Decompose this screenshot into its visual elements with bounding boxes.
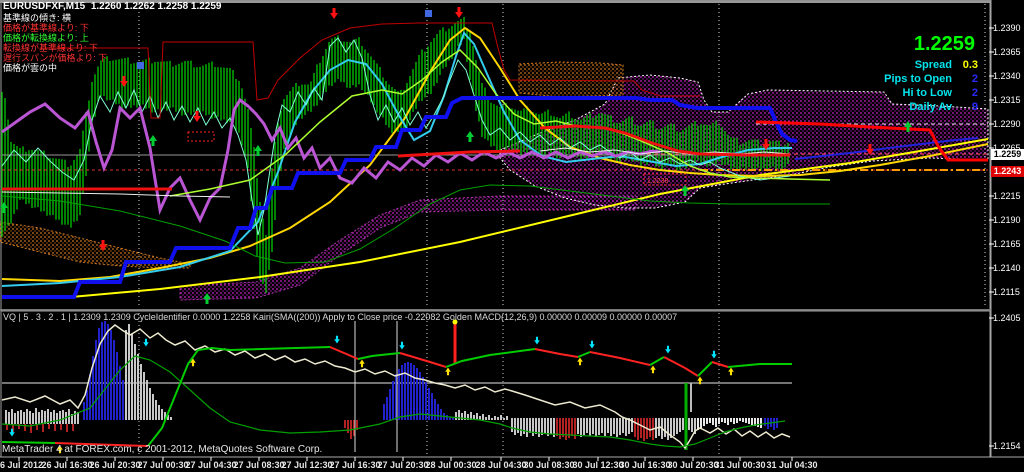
trend-signal-line	[711, 361, 729, 368]
spike-top-dot	[452, 319, 458, 325]
price-axis-label: 1.2315	[993, 95, 1021, 105]
white-braid-left	[1, 191, 231, 198]
time-axis-label: 27 Jul 20:30	[377, 460, 429, 470]
sell-arrow-icon	[143, 338, 149, 347]
time-axis-label: 27 Jul 00:30	[137, 460, 189, 470]
indicator-axis-label: 1.2154	[993, 441, 1021, 451]
chart-canvas[interactable]: 1.2238	[0, 0, 1024, 472]
sell-arrow-icon	[330, 8, 338, 19]
sell-arrow-icon	[534, 336, 540, 345]
trend-signal-line	[534, 348, 579, 358]
price-axis-label: 1.2215	[993, 191, 1021, 201]
buy-arrow-icon	[728, 367, 734, 376]
trend-signal-line	[697, 361, 713, 377]
time-axis-label: 26 Jul 20:30	[89, 460, 141, 470]
trend-signal-line	[589, 351, 651, 366]
trend-signal-line	[357, 352, 401, 360]
trend-signal-line	[663, 356, 699, 377]
main-chart-layer[interactable]: 1.2238	[0, 4, 989, 308]
alert-price-box: 1.2243	[991, 166, 1024, 177]
time-axis-label: 26 Jul 2012	[0, 460, 44, 470]
sell-arrow-icon	[334, 335, 340, 344]
trend-signal-line	[649, 356, 665, 366]
trend-signal-line	[445, 348, 536, 368]
time-axis-label: 31 Jul 04:30	[766, 460, 818, 470]
chart-marker	[137, 62, 144, 69]
time-axis-label: 30 Jul 20:30	[667, 460, 719, 470]
sell-arrow-icon	[455, 7, 463, 18]
price-axis-label: 1.2390	[993, 23, 1021, 33]
price-axis-label: 1.2140	[993, 263, 1021, 273]
order-label-text: 1.2238	[647, 178, 669, 185]
time-axis-label: 30 Jul 12:30	[572, 460, 624, 470]
time-axis-label: 28 Jul 04:30	[475, 460, 527, 470]
time-axis-label: 27 Jul 12:30	[281, 460, 333, 470]
trend-signal-line	[147, 346, 331, 447]
sell-arrow-icon	[589, 340, 595, 349]
trend-signal-line	[577, 351, 591, 358]
price-axis-label: 1.2290	[993, 119, 1021, 129]
current-price-box: 1.2259	[991, 149, 1024, 160]
sell-arrow-icon	[665, 345, 671, 354]
time-axis-label: 27 Jul 16:30	[329, 460, 381, 470]
time-axis-label: 31 Jul 00:30	[714, 460, 766, 470]
time-axis-label: 28 Jul 00:30	[425, 460, 477, 470]
order-label-box	[187, 131, 215, 142]
time-axis-label: 30 Jul 08:30	[523, 460, 575, 470]
mt4-window: 1.2238 EURUSDFXF,M15 1.2260 1.2262 1.225…	[0, 0, 1024, 472]
sell-arrow-icon	[399, 341, 405, 350]
price-axis-label: 1.2190	[993, 215, 1021, 225]
indicator-axis-label: 1.2405	[993, 313, 1021, 323]
buy-arrow-icon	[577, 357, 583, 366]
trend-signal-line	[1, 441, 56, 444]
time-axis-label: 27 Jul 08:30	[233, 460, 285, 470]
chart-marker	[425, 10, 432, 17]
price-axis-label: 1.2115	[993, 287, 1020, 297]
price-axis-label: 1.2340	[993, 71, 1021, 81]
buy-arrow-icon	[359, 359, 365, 368]
price-axis-label: 1.2165	[993, 239, 1021, 249]
sell-arrow-icon	[711, 350, 717, 359]
trend-signal-line	[54, 442, 149, 447]
trend-signal-line	[329, 346, 359, 360]
price-axis-label: 1.2365	[993, 47, 1021, 57]
time-axis-label: 30 Jul 16:30	[619, 460, 671, 470]
time-axis-label: 26 Jul 16:30	[41, 460, 93, 470]
ichimoku-cloud	[179, 195, 637, 301]
buy-arrow-icon	[466, 131, 474, 142]
trend-signal-line	[727, 363, 792, 368]
ichimoku-cloud	[518, 61, 624, 98]
buy-arrow-icon	[650, 365, 656, 374]
trend-signal-line	[399, 352, 447, 368]
buy-arrow-icon	[445, 367, 451, 376]
sell-arrow-icon	[120, 76, 128, 87]
indicator-chart-layer[interactable]	[1, 313, 792, 454]
buy-arrow-icon	[254, 145, 262, 156]
time-axis-label: 27 Jul 04:30	[185, 460, 237, 470]
buy-arrow-icon	[57, 445, 63, 454]
